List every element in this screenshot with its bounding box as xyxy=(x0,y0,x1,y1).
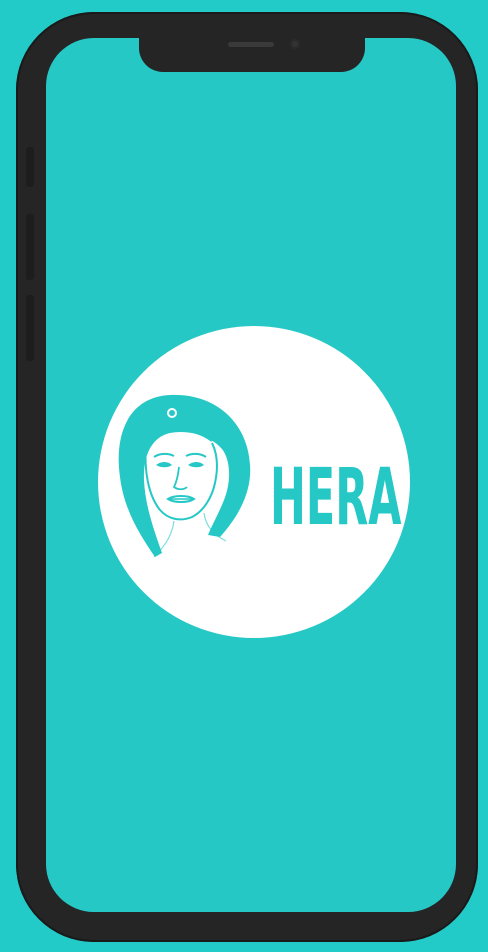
mute-switch xyxy=(26,147,34,187)
volume-down-button xyxy=(26,295,34,361)
woman-portrait-icon xyxy=(118,394,251,558)
front-camera xyxy=(290,39,300,49)
brand-wordmark: HERA xyxy=(270,453,402,543)
canvas: HERA xyxy=(0,0,488,952)
speaker-grille xyxy=(228,42,274,47)
volume-up-button xyxy=(26,214,34,280)
